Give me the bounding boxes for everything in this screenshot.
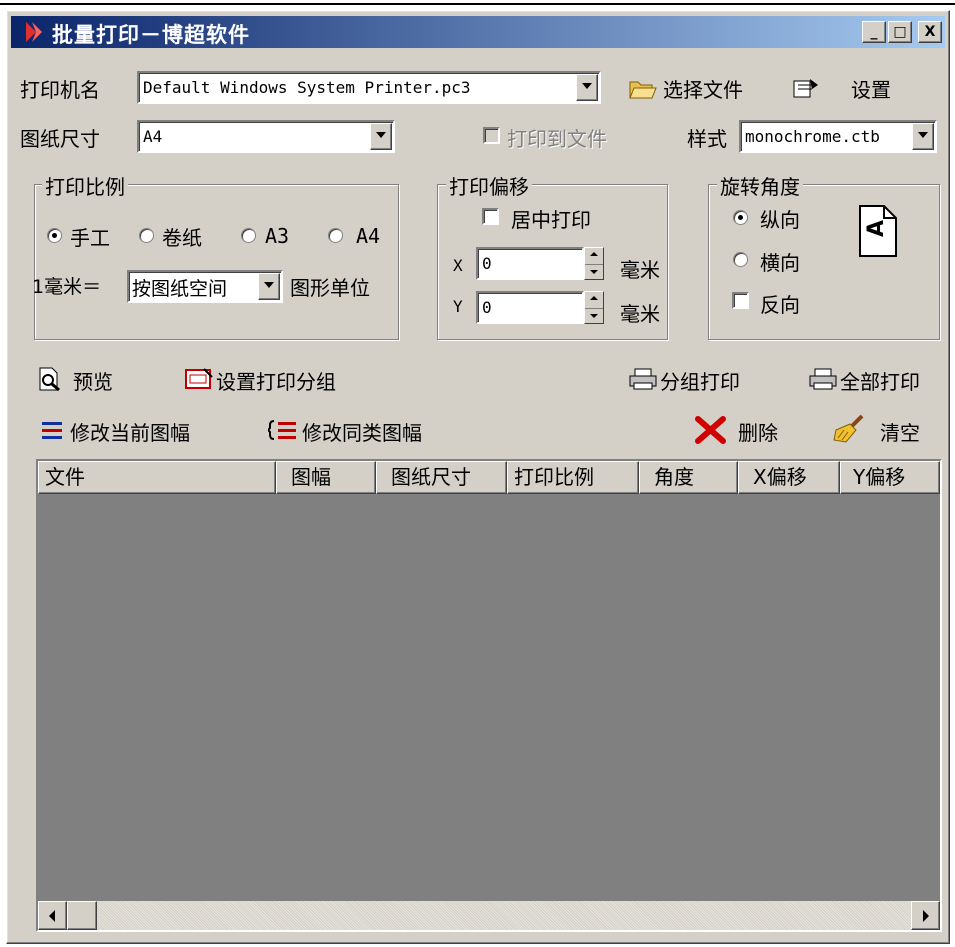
scale-option-manual[interactable]: 手工 (70, 222, 110, 251)
offset-y-label: Y (453, 297, 463, 316)
center-print-checkbox[interactable] (482, 208, 499, 225)
offset-x-up-icon[interactable] (585, 248, 603, 264)
set-print-group-button[interactable]: 设置打印分组 (216, 366, 336, 395)
delete-button[interactable]: 删除 (738, 417, 778, 446)
minimize-icon: _ (870, 24, 878, 40)
scale-option-a4[interactable]: A4 (356, 224, 380, 248)
scale-unit-value: 按图纸空间 (132, 278, 228, 300)
style-label: 样式 (687, 127, 727, 151)
scale-group-title: 打印比例 (42, 171, 128, 200)
offset-y-up-icon[interactable] (585, 292, 603, 308)
modify-similar-button[interactable]: 修改同类图幅 (302, 417, 422, 446)
arrow-right-icon (923, 910, 929, 922)
print-to-file-label: 打印到文件 (507, 127, 607, 151)
offset-y-unit: 毫米 (620, 302, 660, 326)
landscape-radio[interactable] (733, 252, 748, 267)
close-icon: X (924, 24, 936, 40)
settings-button[interactable]: 设置 (851, 74, 891, 103)
scroll-left-button[interactable] (38, 901, 67, 930)
printer-dropdown-button[interactable] (576, 74, 598, 101)
paper-size-dropdown-button[interactable] (370, 123, 392, 150)
select-file-button[interactable]: 选择文件 (663, 74, 743, 103)
column-x-offset[interactable]: X偏移 (738, 461, 840, 494)
printer-label: 打印机名 (20, 78, 100, 102)
scale-option-a3[interactable]: A3 (265, 224, 289, 248)
print-to-file-checkbox[interactable] (483, 127, 500, 144)
printer-select-value: Default Windows System Printer.pc3 (143, 78, 471, 97)
offset-x-input[interactable]: 0 (476, 247, 584, 280)
printer-settings-icon[interactable] (792, 77, 820, 99)
column-scale[interactable]: 打印比例 (507, 461, 639, 494)
column-paper-size[interactable]: 图纸尺寸 (376, 461, 507, 494)
offset-x-label: X (453, 256, 463, 275)
file-list-body[interactable] (38, 494, 940, 901)
column-sheet[interactable]: 图幅 (276, 461, 376, 494)
maximize-icon: □ (893, 24, 907, 40)
scale-unit-select[interactable]: 按图纸空间 (127, 270, 283, 303)
folder-open-icon[interactable] (628, 76, 658, 100)
preview-button[interactable]: 预览 (73, 366, 113, 395)
list-similar-icon[interactable] (268, 419, 298, 441)
scale-unit-suffix: 图形单位 (290, 276, 370, 300)
offset-x-down-icon[interactable] (585, 263, 603, 280)
scale-radio-manual[interactable] (47, 228, 62, 243)
clear-button[interactable]: 清空 (880, 417, 920, 446)
column-y-offset[interactable]: Y偏移 (840, 461, 940, 494)
preview-icon[interactable] (38, 367, 62, 391)
landscape-label[interactable]: 横向 (760, 247, 800, 276)
style-select-value: monochrome.ctb (745, 127, 880, 146)
portrait-label[interactable]: 纵向 (760, 204, 800, 233)
printer-all-icon[interactable] (808, 367, 838, 391)
scroll-right-button[interactable] (911, 901, 940, 930)
offset-x-spinner[interactable] (584, 247, 604, 280)
close-button[interactable]: X (918, 21, 942, 43)
printer-select[interactable]: Default Windows System Printer.pc3 (137, 71, 601, 104)
paper-size-select[interactable]: A4 (137, 120, 395, 153)
window-title: 批量打印－博超软件 (52, 23, 250, 47)
orientation-glyph: A (864, 219, 890, 238)
broom-icon[interactable] (832, 414, 866, 444)
rotation-group-title: 旋转角度 (717, 171, 803, 200)
orientation-preview-icon: A (858, 204, 898, 258)
offset-y-value: 0 (482, 298, 492, 317)
column-file[interactable]: 文件 (38, 461, 276, 494)
minimize-button[interactable]: _ (862, 21, 886, 43)
paper-size-label: 图纸尺寸 (20, 127, 100, 151)
offset-y-input[interactable]: 0 (476, 291, 584, 324)
offset-y-spinner[interactable] (584, 291, 604, 324)
reverse-checkbox[interactable] (732, 292, 749, 309)
top-border-line (0, 3, 955, 5)
scale-option-roll[interactable]: 卷纸 (162, 222, 202, 251)
list-lines-icon[interactable] (40, 419, 64, 441)
group-print-button[interactable]: 分组打印 (660, 366, 740, 395)
scale-radio-roll[interactable] (139, 228, 154, 243)
style-dropdown-button[interactable] (912, 123, 934, 150)
maximize-button[interactable]: □ (888, 21, 912, 43)
arrow-left-icon (49, 910, 55, 922)
modify-current-button[interactable]: 修改当前图幅 (70, 417, 190, 446)
print-group-icon[interactable] (184, 367, 214, 391)
portrait-radio[interactable] (733, 210, 748, 225)
offset-group-title: 打印偏移 (446, 171, 532, 200)
horizontal-scrollbar[interactable] (38, 901, 940, 930)
offset-y-down-icon[interactable] (585, 307, 603, 324)
delete-icon[interactable] (695, 416, 727, 444)
scroll-thumb[interactable] (67, 901, 97, 930)
scale-unit-dropdown-button[interactable] (258, 273, 280, 300)
scale-radio-a4[interactable] (328, 228, 343, 243)
printer-icon[interactable] (628, 367, 658, 391)
reverse-label[interactable]: 反向 (760, 289, 800, 318)
scale-group (34, 184, 399, 340)
center-print-label: 居中打印 (511, 208, 591, 232)
offset-x-value: 0 (482, 254, 492, 273)
print-all-button[interactable]: 全部打印 (840, 366, 920, 395)
offset-x-unit: 毫米 (620, 258, 660, 282)
scale-radio-a3[interactable] (241, 228, 256, 243)
style-select[interactable]: monochrome.ctb (739, 120, 937, 153)
paper-size-value: A4 (143, 127, 163, 146)
column-angle[interactable]: 角度 (639, 461, 738, 494)
app-logo-icon (26, 22, 42, 42)
scale-unit-prefix: 1毫米＝ (32, 276, 102, 298)
